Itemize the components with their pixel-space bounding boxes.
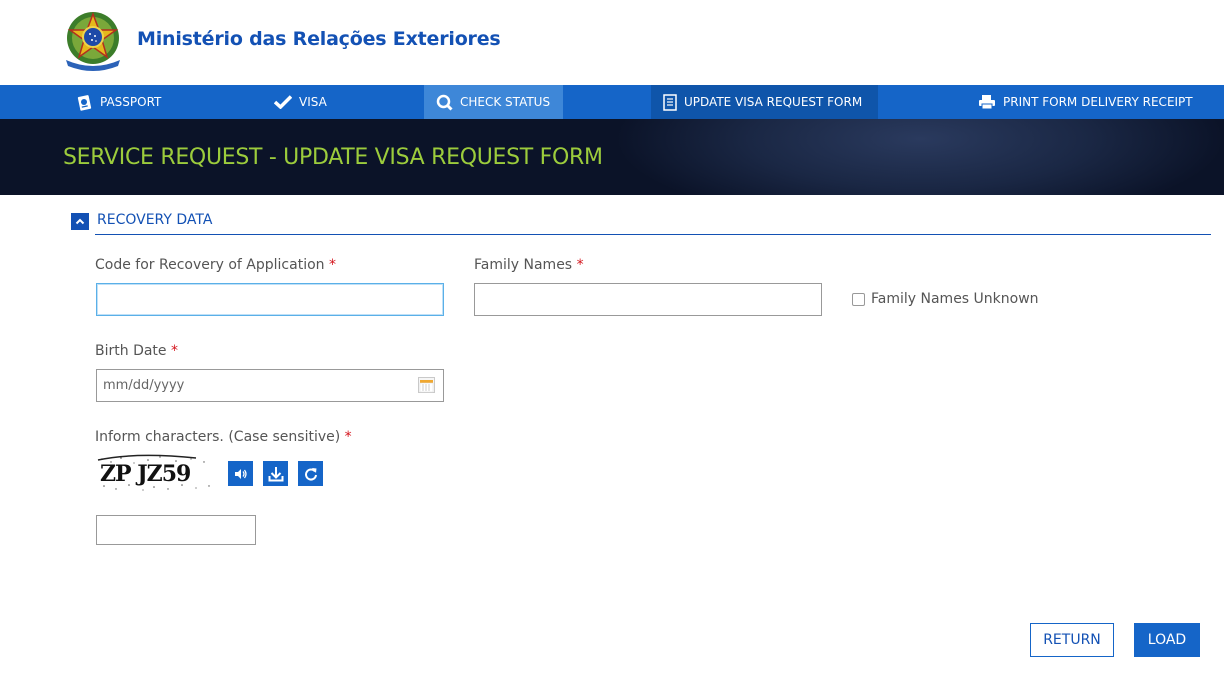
captcha-image: ZP JZ59 — [96, 454, 215, 493]
nav-visa-label: VISA — [299, 95, 327, 109]
nav-check-status-label: CHECK STATUS — [460, 95, 551, 109]
recovery-code-label-text: Code for Recovery of Application — [95, 257, 325, 273]
section-recovery-data: RECOVERY DATA — [71, 210, 1211, 235]
page-title: SERVICE REQUEST - UPDATE VISA REQUEST FO… — [63, 145, 603, 170]
required-marker: * — [328, 257, 336, 273]
captcha-refresh-button[interactable] — [298, 461, 323, 486]
printer-icon — [979, 95, 995, 110]
captcha-audio-button[interactable] — [228, 461, 253, 486]
family-names-unknown-option[interactable]: Family Names Unknown — [852, 291, 1039, 307]
required-marker: * — [170, 343, 178, 359]
page-banner: SERVICE REQUEST - UPDATE VISA REQUEST FO… — [0, 119, 1224, 195]
captcha-label-text: Inform characters. (Case sensitive) — [95, 429, 341, 445]
section-divider — [95, 234, 1211, 235]
search-icon — [436, 94, 453, 111]
family-names-label: Family Names * — [474, 257, 584, 273]
download-icon — [268, 466, 283, 481]
captcha-download-button[interactable] — [263, 461, 288, 486]
chevron-up-icon — [75, 218, 85, 225]
nav-passport-label: PASSPORT — [100, 95, 162, 109]
captcha-label: Inform characters. (Case sensitive) * — [95, 429, 352, 445]
calendar-icon[interactable] — [418, 377, 435, 393]
site-title: Ministério das Relações Exteriores — [137, 28, 501, 50]
family-names-label-text: Family Names — [474, 257, 573, 273]
nav-update-visa-request-form[interactable]: UPDATE VISA REQUEST FORM — [651, 85, 878, 119]
site-header: Ministério das Relações Exteriores — [0, 0, 1224, 85]
recovery-code-input[interactable] — [96, 283, 444, 316]
nav-print-label: PRINT FORM DELIVERY RECEIPT — [1003, 95, 1193, 109]
nav-print-receipt[interactable]: PRINT FORM DELIVERY RECEIPT — [966, 85, 1205, 119]
coat-of-arms-logo — [66, 11, 120, 71]
family-names-unknown-label: Family Names Unknown — [871, 291, 1039, 307]
nav-visa[interactable]: VISA — [262, 85, 339, 119]
section-title: RECOVERY DATA — [97, 212, 213, 228]
load-button[interactable]: LOAD — [1134, 623, 1200, 657]
nav-passport[interactable]: PASSPORT — [64, 85, 173, 119]
passport-icon — [77, 94, 92, 111]
document-icon — [663, 93, 677, 111]
captcha-input[interactable] — [96, 515, 256, 545]
nav-check-status[interactable]: CHECK STATUS — [424, 85, 563, 119]
section-collapse-button[interactable] — [71, 213, 89, 230]
birth-date-label: Birth Date * — [95, 343, 178, 359]
refresh-icon — [304, 467, 317, 481]
captcha-text: ZP JZ59 — [100, 461, 190, 487]
family-names-input[interactable] — [474, 283, 822, 316]
audio-icon — [234, 468, 247, 479]
main-nav: PASSPORT VISA CHECK STATUS UPDATE VISA R… — [0, 85, 1224, 119]
nav-update-visa-label: UPDATE VISA REQUEST FORM — [684, 95, 863, 109]
family-names-unknown-checkbox[interactable] — [852, 292, 865, 306]
required-marker: * — [344, 429, 352, 445]
check-icon — [274, 95, 292, 109]
return-button[interactable]: RETURN — [1030, 623, 1114, 657]
recovery-code-label: Code for Recovery of Application * — [95, 257, 336, 273]
birth-date-label-text: Birth Date — [95, 343, 167, 359]
birth-date-input[interactable] — [96, 369, 444, 402]
required-marker: * — [576, 257, 584, 273]
